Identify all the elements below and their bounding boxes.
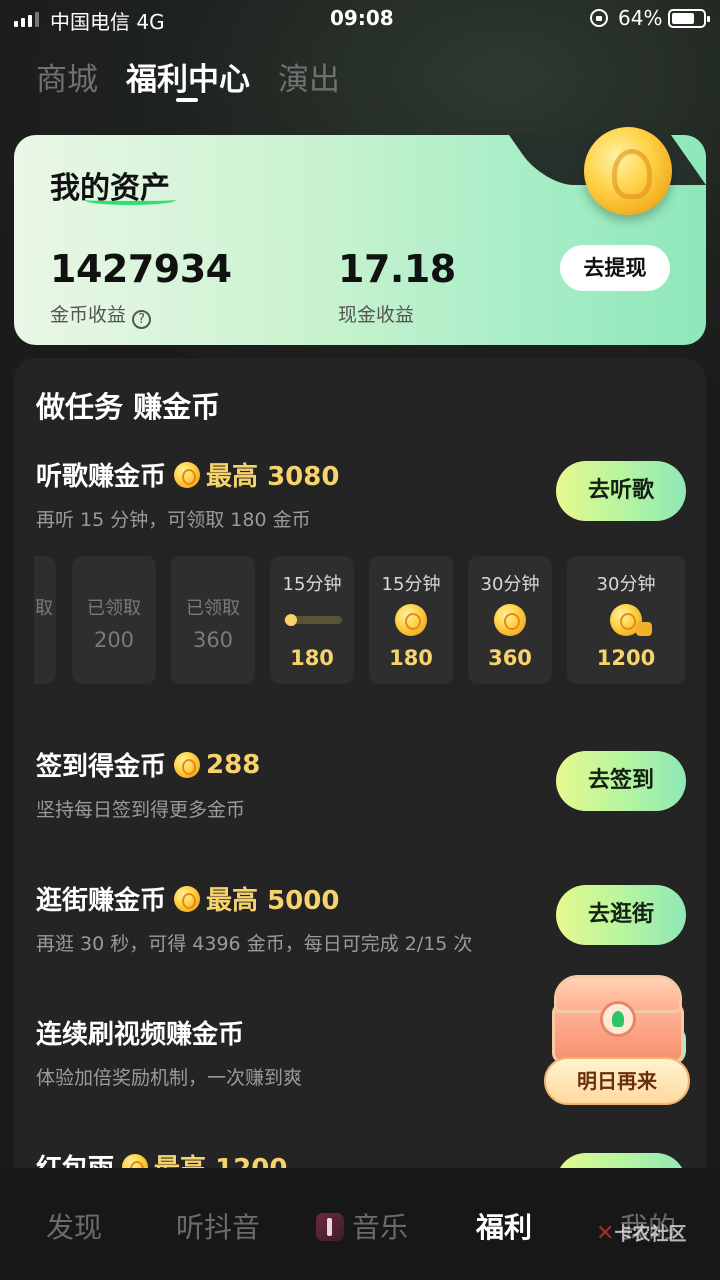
coin-icon <box>395 604 427 636</box>
nav-welfare[interactable]: 福利 <box>476 1206 532 1246</box>
tile-value: 180 <box>389 646 433 670</box>
coin-icon <box>174 751 201 778</box>
coins-label: 金币收益 <box>50 304 127 326</box>
tile-label: 取 <box>35 598 53 619</box>
watermark-logo: ✕卡农社区 <box>596 1220 686 1246</box>
checkin-button[interactable]: 去签到 <box>556 751 686 811</box>
title-underline <box>84 195 176 205</box>
nav-listen-douyin[interactable]: 听抖音 <box>176 1206 260 1246</box>
status-bar: 中国电信 4G 09:08 64% <box>0 0 720 38</box>
tab-mall[interactable]: 商城 <box>36 54 98 99</box>
task-checkin-reward: 288 <box>206 749 261 780</box>
tile-label: 15分钟 <box>381 574 441 595</box>
shop-button[interactable]: 去逛街 <box>556 885 686 945</box>
tile-claimed: 取 <box>34 556 56 684</box>
tile-label: 已领取 <box>87 598 141 619</box>
tile-upcoming: 30分钟 360 <box>468 556 552 684</box>
tile-claimed: 已领取 200 <box>72 556 156 684</box>
tile-upcoming: 15分钟 180 <box>369 556 453 684</box>
tab-shows[interactable]: 演出 <box>278 54 340 99</box>
listen-progress-tiles: 取 已领取 200 已领取 360 15分钟 180 15分钟 180 30分钟… <box>34 556 694 686</box>
gold-coin-icon <box>584 127 672 215</box>
watermark-text: 卡农社区 <box>614 1224 687 1245</box>
rotation-lock-icon <box>590 9 608 27</box>
coins-label-row[interactable]: 金币收益? <box>50 300 152 329</box>
tile-value: 1200 <box>596 646 656 670</box>
task-video-title: 连续刷视频赚金币 <box>36 1020 245 1050</box>
task-shop-reward: 最高 5000 <box>206 886 340 916</box>
task-panel-title: 做任务 赚金币 <box>36 390 221 424</box>
music-app-icon <box>316 1213 344 1241</box>
coins-value: 1427934 <box>50 247 232 291</box>
coin-icon <box>174 461 201 488</box>
nav-music[interactable]: 音乐 <box>316 1206 408 1246</box>
tab-welfare-center[interactable]: 福利中心 <box>126 54 250 99</box>
task-listen-reward: 最高 3080 <box>206 462 340 492</box>
help-icon[interactable]: ? <box>132 310 152 329</box>
tile-label: 30分钟 <box>596 574 656 595</box>
battery-percent: 64% <box>618 6 663 30</box>
active-tab-indicator <box>176 98 198 102</box>
coin-icon <box>494 604 526 636</box>
clock: 09:08 <box>330 6 394 30</box>
tile-progress-bar <box>284 614 342 626</box>
watermark-x-icon: ✕ <box>596 1221 615 1246</box>
tile-in-progress: 15分钟 180 <box>270 556 354 684</box>
cash-value: 17.18 <box>338 247 456 291</box>
chest-lock-icon <box>600 1001 636 1037</box>
asset-card: 我的资产 1427934 金币收益? 17.18 现金收益 去提现 <box>14 127 706 345</box>
signal-icon <box>14 11 39 27</box>
listen-button[interactable]: 去听歌 <box>556 461 686 521</box>
tile-label: 15分钟 <box>282 574 342 595</box>
tile-label: 已领取 <box>186 598 240 619</box>
come-back-tomorrow-button[interactable]: 明日再来 <box>544 1057 690 1105</box>
coin-stack-icon <box>610 604 652 636</box>
battery-icon <box>668 9 710 28</box>
tile-value: 360 <box>488 646 532 670</box>
nav-discover[interactable]: 发现 <box>46 1206 102 1246</box>
progress-dot <box>284 614 297 626</box>
task-listen-title: 听歌赚金币 <box>36 462 167 492</box>
task-shop-title: 逛街赚金币 <box>36 886 167 916</box>
nav-music-label: 音乐 <box>352 1211 409 1244</box>
task-checkin-title: 签到得金币 <box>36 752 167 782</box>
carrier-label: 中国电信 4G <box>50 10 165 34</box>
withdraw-button[interactable]: 去提现 <box>560 245 670 291</box>
tile-value: 360 <box>192 628 234 652</box>
tile-label: 30分钟 <box>480 574 540 595</box>
cash-label: 现金收益 <box>338 304 415 326</box>
coin-icon <box>174 885 201 912</box>
treasure-chest-icon[interactable] <box>552 975 684 1065</box>
tile-value: 200 <box>93 628 135 652</box>
tile-value: 180 <box>290 646 334 670</box>
tile-claimed: 已领取 360 <box>171 556 255 684</box>
tile-upcoming: 30分钟 1200 <box>567 556 685 684</box>
top-tabs: 商城 福利中心 演出 <box>0 50 720 110</box>
